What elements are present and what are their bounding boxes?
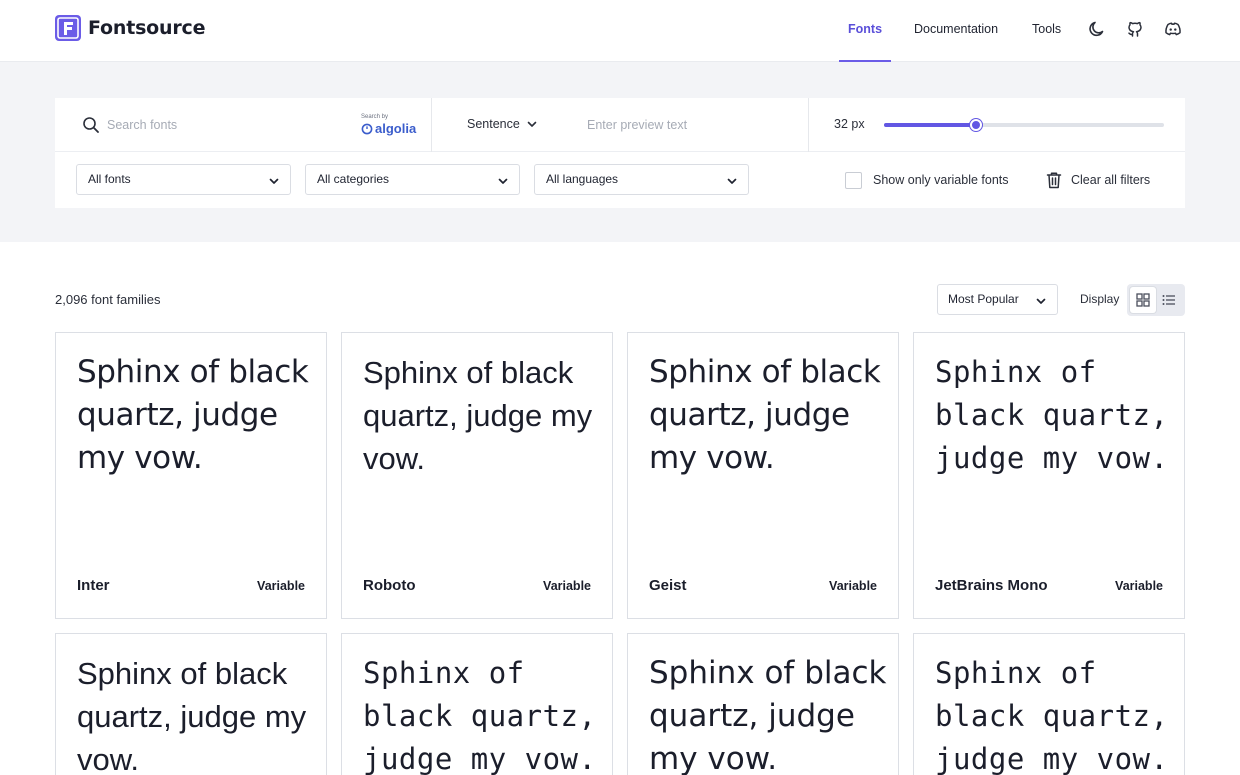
variable-badge: Variable bbox=[543, 579, 591, 593]
font-card[interactable]: Sphinx of black quartz, judge my vow. bbox=[55, 633, 327, 775]
font-sample-text: Sphinx of black quartz, judge my vow. bbox=[77, 656, 307, 775]
font-card[interactable]: Sphinx of black quartz, judge my vow. bbox=[627, 633, 899, 775]
list-view-button[interactable] bbox=[1156, 287, 1182, 313]
font-card-roboto[interactable]: Sphinx of black quartz, judge my vow. Ro… bbox=[341, 332, 613, 619]
chevron-down-icon bbox=[527, 121, 537, 127]
logo[interactable]: Fontsource bbox=[55, 15, 205, 41]
font-sample-text: Sphinx of black quartz, judge my vow. bbox=[935, 355, 1169, 475]
font-name: Inter bbox=[77, 577, 110, 594]
divider bbox=[431, 98, 432, 152]
font-name: Roboto bbox=[363, 577, 416, 594]
filter-row: All fonts All categories All languages S… bbox=[55, 153, 1185, 208]
algolia-badge[interactable]: Search by algolia bbox=[361, 114, 416, 136]
preview-mode-label: Sentence bbox=[467, 117, 520, 131]
fonts-filter-select[interactable]: All fonts bbox=[76, 164, 291, 195]
font-sample-text: Sphinx of black quartz, judge my vow. bbox=[649, 354, 881, 476]
chevron-down-icon bbox=[1036, 298, 1046, 304]
chevron-down-icon bbox=[498, 178, 508, 184]
font-sample-text: Sphinx of black quartz, judge my vow. bbox=[363, 355, 593, 476]
categories-filter-select[interactable]: All categories bbox=[305, 164, 520, 195]
slider-fill bbox=[884, 123, 977, 127]
fontsource-logo-icon bbox=[55, 15, 81, 41]
slider-thumb[interactable] bbox=[970, 119, 983, 131]
nav-tools[interactable]: Tools bbox=[1032, 22, 1061, 36]
algolia-caption: Search by bbox=[361, 114, 389, 120]
variable-badge: Variable bbox=[829, 579, 877, 593]
font-card[interactable]: Sphinx of black quartz, judge my vow. bbox=[341, 633, 613, 775]
trash-icon[interactable] bbox=[1046, 171, 1062, 189]
font-card[interactable]: Sphinx of black quartz, judge my vow. bbox=[913, 633, 1185, 775]
filter-panel: Search by algolia Sentence 32 px bbox=[55, 98, 1185, 208]
font-sample-text: Sphinx of black quartz, judge my vow. bbox=[363, 656, 597, 775]
top-header: Fontsource Fonts Documentation Tools bbox=[0, 0, 1240, 62]
chevron-down-icon bbox=[269, 178, 279, 184]
algolia-brand-text: algolia bbox=[375, 121, 417, 136]
variable-badge: Variable bbox=[257, 579, 305, 593]
grid-icon bbox=[1136, 293, 1150, 307]
preview-text-input[interactable] bbox=[587, 115, 807, 135]
font-sample-text: Sphinx of black quartz, judge my vow. bbox=[935, 656, 1169, 775]
font-name: JetBrains Mono bbox=[935, 577, 1048, 594]
font-sample-text: Sphinx of black quartz, judge my vow. bbox=[77, 354, 309, 476]
preview-mode-select[interactable]: Sentence bbox=[467, 117, 538, 131]
variable-only-label[interactable]: Show only variable fonts bbox=[873, 173, 1009, 187]
divider bbox=[808, 98, 809, 152]
list-icon bbox=[1162, 295, 1175, 305]
sort-select[interactable]: Most Popular bbox=[937, 284, 1058, 315]
categories-filter-label: All categories bbox=[317, 172, 390, 186]
languages-filter-select[interactable]: All languages bbox=[534, 164, 749, 195]
nav-documentation[interactable]: Documentation bbox=[914, 22, 998, 36]
search-row: Search by algolia Sentence 32 px bbox=[55, 98, 1185, 152]
font-name: Geist bbox=[649, 577, 687, 594]
languages-filter-label: All languages bbox=[546, 172, 619, 186]
discord-icon[interactable] bbox=[1163, 19, 1183, 39]
display-label: Display bbox=[1080, 292, 1120, 306]
font-size-slider[interactable] bbox=[884, 119, 1164, 131]
algolia-brand: algolia bbox=[361, 121, 416, 136]
sort-label: Most Popular bbox=[948, 292, 1019, 306]
font-card-inter[interactable]: Sphinx of black quartz, judge my vow. In… bbox=[55, 332, 327, 619]
grid-view-button[interactable] bbox=[1130, 287, 1156, 313]
fonts-filter-label: All fonts bbox=[88, 172, 131, 186]
display-toggle bbox=[1127, 284, 1185, 316]
font-size-readout: 32 px bbox=[834, 117, 865, 131]
font-card-jetbrains-mono[interactable]: Sphinx of black quartz, judge my vow. Je… bbox=[913, 332, 1185, 619]
clear-filters-button[interactable]: Clear all filters bbox=[1071, 173, 1150, 187]
logo-text: Fontsource bbox=[88, 17, 206, 39]
algolia-icon bbox=[361, 123, 373, 134]
search-icon bbox=[83, 117, 99, 133]
variable-badge: Variable bbox=[1115, 579, 1163, 593]
moon-icon[interactable] bbox=[1087, 19, 1107, 39]
search-input[interactable] bbox=[107, 115, 337, 135]
results-count: 2,096 font families bbox=[55, 292, 161, 307]
font-sample-text: Sphinx of black quartz, judge my vow. bbox=[649, 655, 887, 775]
chevron-down-icon bbox=[727, 178, 737, 184]
github-icon[interactable] bbox=[1125, 19, 1145, 39]
nav-fonts[interactable]: Fonts bbox=[848, 22, 882, 36]
variable-only-checkbox[interactable] bbox=[845, 172, 862, 189]
font-card-geist[interactable]: Sphinx of black quartz, judge my vow. Ge… bbox=[627, 332, 899, 619]
